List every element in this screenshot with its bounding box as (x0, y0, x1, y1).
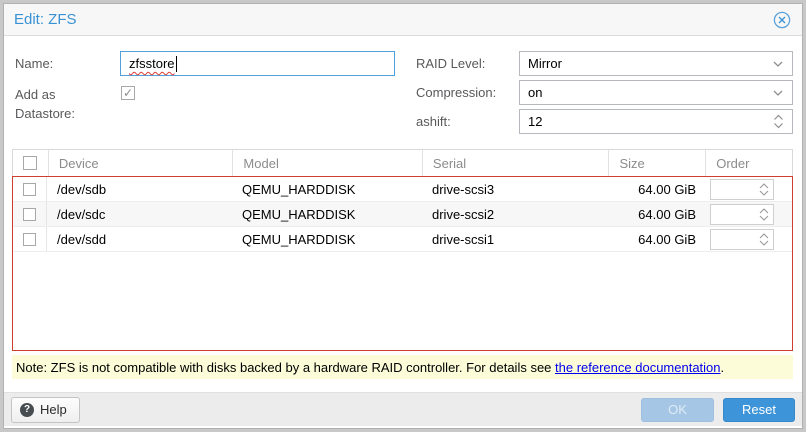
model-cell: QEMU_HARDDISK (232, 177, 422, 201)
raid-level-label: RAID Level: (416, 56, 485, 71)
spinner-arrows-icon[interactable] (773, 114, 784, 129)
serial-cell: drive-scsi2 (422, 202, 609, 226)
edit-zfs-dialog: Edit: ZFS Name: zfsstore Add as Datastor… (3, 3, 803, 429)
compression-label: Compression: (416, 85, 496, 100)
order-spinner[interactable] (710, 204, 774, 225)
order-spinner[interactable] (710, 229, 774, 250)
compression-value: on (528, 85, 772, 100)
size-cell: 64.00 GiB (609, 227, 706, 251)
text-cursor (176, 56, 177, 72)
order-spinner[interactable] (710, 179, 774, 200)
disk-table: ✓ Device Model Serial Size Order ✓ /dev/… (12, 149, 793, 351)
select-all-checkbox[interactable]: ✓ (23, 156, 37, 170)
row-checkbox[interactable]: ✓ (23, 183, 36, 196)
select-all-cell: ✓ (13, 150, 49, 176)
datastore-label: Add as Datastore: (15, 85, 97, 123)
zfs-note: Note: ZFS is not compatible with disks b… (12, 355, 793, 379)
table-row[interactable]: ✓ /dev/sdb QEMU_HARDDISK drive-scsi3 64.… (13, 177, 792, 202)
order-cell (706, 202, 792, 226)
ashift-spinner[interactable]: 12 (519, 109, 793, 134)
name-input[interactable]: zfsstore (120, 51, 395, 76)
compression-select[interactable]: on (519, 80, 793, 105)
disk-table-header: ✓ Device Model Serial Size Order (12, 149, 793, 176)
chevron-down-icon[interactable] (772, 89, 784, 97)
table-row[interactable]: ✓ /dev/sdc QEMU_HARDDISK drive-scsi2 64.… (13, 202, 792, 227)
spinner-arrows-icon[interactable] (759, 183, 769, 196)
ok-button[interactable]: OK (641, 398, 714, 422)
device-cell: /dev/sdc (47, 202, 232, 226)
row-checkbox-cell: ✓ (13, 202, 47, 226)
row-checkbox-cell: ✓ (13, 227, 47, 251)
row-checkbox[interactable]: ✓ (23, 233, 36, 246)
column-header-order[interactable]: Order (706, 150, 792, 176)
reference-documentation-link[interactable]: the reference documentation (555, 360, 721, 375)
question-icon: ? (20, 403, 34, 417)
note-text: Note: ZFS is not compatible with disks b… (16, 360, 724, 375)
column-header-serial[interactable]: Serial (423, 150, 610, 176)
column-header-size[interactable]: Size (609, 150, 706, 176)
checkmark-icon: ✓ (123, 87, 133, 99)
serial-cell: drive-scsi3 (422, 177, 609, 201)
serial-cell: drive-scsi1 (422, 227, 609, 251)
disk-table-body: ✓ /dev/sdb QEMU_HARDDISK drive-scsi3 64.… (12, 176, 793, 351)
footer-toolbar: ? Help OK Reset (4, 392, 802, 426)
model-cell: QEMU_HARDDISK (232, 202, 422, 226)
raid-level-select[interactable]: Mirror (519, 51, 793, 76)
row-checkbox[interactable]: ✓ (23, 208, 36, 221)
spinner-arrows-icon[interactable] (759, 233, 769, 246)
help-button[interactable]: ? Help (11, 397, 80, 423)
row-checkbox-cell: ✓ (13, 177, 47, 201)
modal-backdrop: Edit: ZFS Name: zfsstore Add as Datastor… (0, 0, 806, 432)
column-header-device[interactable]: Device (49, 150, 234, 176)
raid-level-value: Mirror (528, 56, 772, 71)
window-header: Edit: ZFS (4, 4, 802, 36)
reset-button[interactable]: Reset (723, 398, 795, 422)
size-cell: 64.00 GiB (609, 177, 706, 201)
order-cell (706, 227, 792, 251)
column-header-model[interactable]: Model (233, 150, 423, 176)
datastore-checkbox[interactable]: ✓ (121, 86, 135, 100)
device-cell: /dev/sdb (47, 177, 232, 201)
name-label: Name: (15, 56, 53, 71)
spinner-arrows-icon[interactable] (759, 208, 769, 221)
table-row[interactable]: ✓ /dev/sdd QEMU_HARDDISK drive-scsi1 64.… (13, 227, 792, 252)
device-cell: /dev/sdd (47, 227, 232, 251)
window-title: Edit: ZFS (14, 11, 77, 28)
order-cell (706, 177, 792, 201)
ashift-label: ashift: (416, 114, 451, 129)
chevron-down-icon[interactable] (772, 60, 784, 68)
name-input-value: zfsstore (129, 56, 175, 71)
close-icon[interactable] (772, 10, 792, 30)
size-cell: 64.00 GiB (609, 202, 706, 226)
model-cell: QEMU_HARDDISK (232, 227, 422, 251)
ashift-value: 12 (528, 114, 773, 129)
help-button-label: Help (40, 402, 67, 417)
